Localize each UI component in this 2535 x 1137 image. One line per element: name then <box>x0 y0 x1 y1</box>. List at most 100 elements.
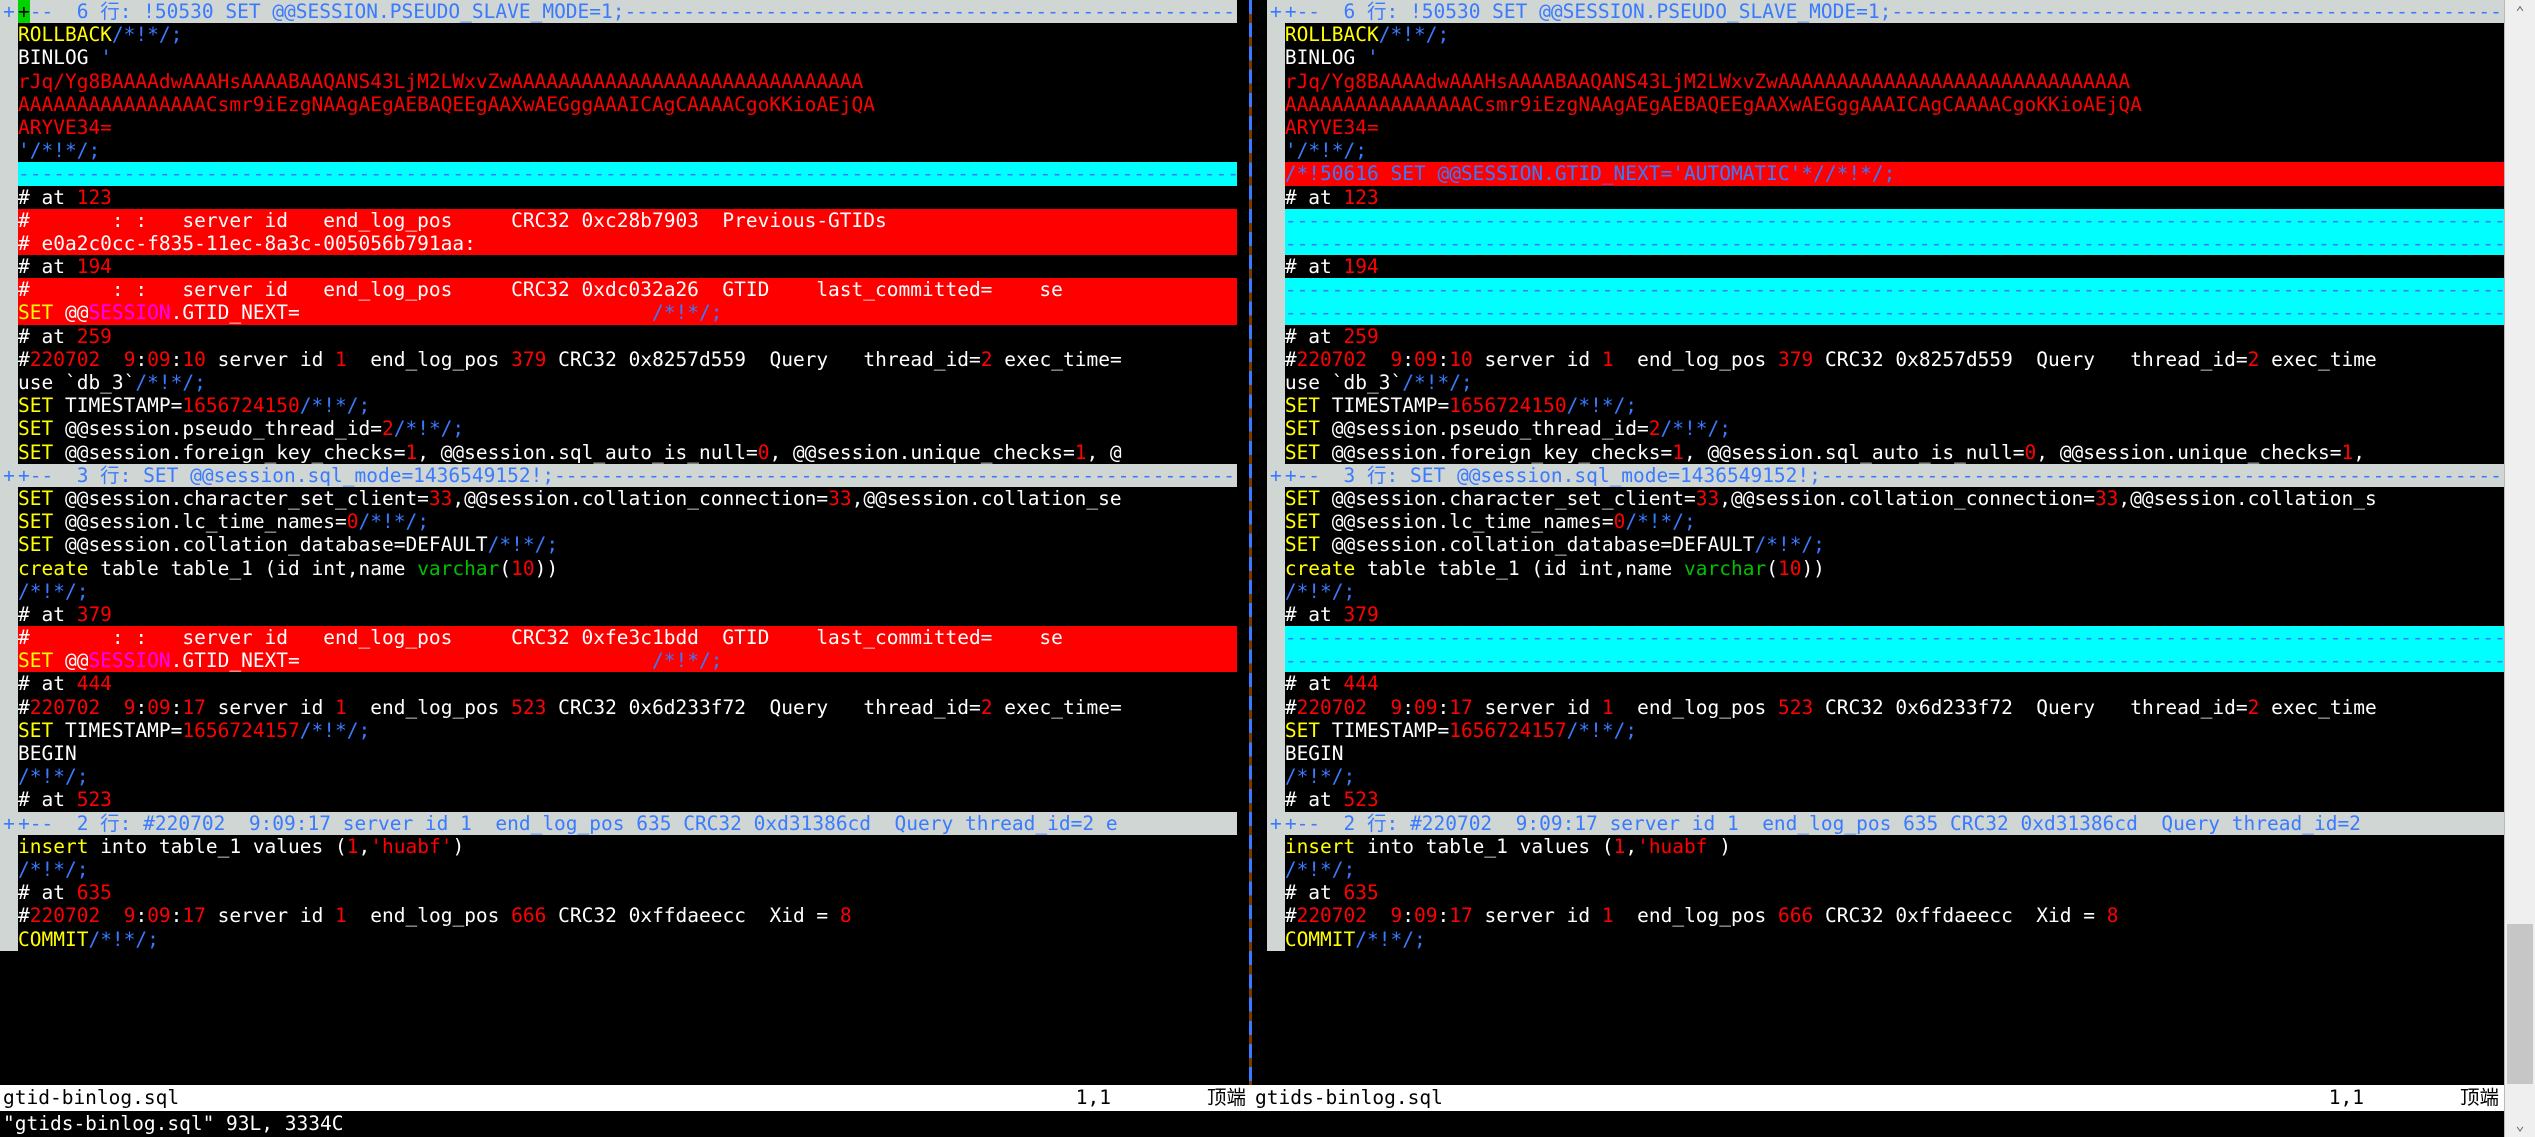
code-line[interactable]: # at 523 <box>0 788 1238 812</box>
diff-changed-line[interactable]: # e0a2c0cc-f835-11ec-8a3c-005056b791aa: <box>0 231 1238 256</box>
code-line[interactable]: use `db_3`/*!*/; <box>0 371 1238 395</box>
code-line[interactable]: SET @@session.pseudo_thread_id=2/*!*/; <box>0 417 1238 441</box>
code-line[interactable]: # at 444 <box>1266 672 2505 696</box>
code-line[interactable]: SET TIMESTAMP=1656724150/*!*/; <box>1266 394 2505 418</box>
code-line[interactable]: /*!*/; <box>0 857 1238 882</box>
code-line[interactable]: SET @@session.foreign_key_checks=1, @@se… <box>0 440 1238 464</box>
code-line[interactable]: SET @@session.foreign_key_checks=1, @@se… <box>1266 440 2505 464</box>
code-line[interactable]: /*!*/; <box>0 579 1238 603</box>
code-line[interactable]: # at 123 <box>1266 185 2505 209</box>
code-line[interactable]: /*!*/; <box>1266 765 2505 789</box>
code-line[interactable]: # at 194 <box>1266 255 2505 279</box>
code-token: /*!*/; <box>135 371 206 394</box>
code-line[interactable]: '/*!*/; <box>0 139 1238 163</box>
vertical-scrollbar[interactable]: ⌃ ⌄ <box>2504 0 2535 1137</box>
code-line[interactable]: #220702 9:09:17 server id 1 end_log_pos … <box>0 904 1238 928</box>
code-token: SET <box>18 301 65 325</box>
code-line[interactable]: #220702 9:09:17 server id 1 end_log_pos … <box>1266 904 2505 928</box>
right-status-line[interactable]: gtids-binlog.sql 1,1 顶端 <box>1252 1085 2505 1111</box>
code-token: session <box>1355 440 1438 464</box>
diff-filler-line[interactable]: ----------------------------------------… <box>1266 278 2505 302</box>
code-line[interactable]: SET TIMESTAMP=1656724157/*!*/; <box>0 718 1238 742</box>
code-line[interactable]: # at 635 <box>1266 881 2505 905</box>
fold-line[interactable]: + +-- 6 行: !50530 SET @@SESSION.PSEUDO_SL… <box>1266 0 2505 24</box>
code-line[interactable]: # at 379 <box>0 602 1238 627</box>
right-editor-pane[interactable]: + +-- 6 行: !50530 SET @@SESSION.PSEUDO_SL… <box>1266 0 2505 1085</box>
code-line[interactable]: AAAAAAAAAAAAAAAACsmr9iEzgNAAgAEgAEBAQEEg… <box>1266 92 2505 116</box>
fold-line[interactable]: + +-- 2 行: #220702 9:09:17 server id 1 en… <box>0 811 1238 835</box>
code-line[interactable]: SET @@session.lc_time_names=0/*!*/; <box>1266 510 2505 534</box>
code-line[interactable]: # at 194 <box>0 255 1238 279</box>
code-line[interactable]: SET @@session.pseudo_thread_id=2/*!*/; <box>1266 417 2505 441</box>
code-line[interactable]: create table table_1 (id int,name varcha… <box>0 556 1238 580</box>
code-line[interactable]: BEGIN <box>0 742 1238 766</box>
code-line[interactable]: /*!*/; <box>1266 857 2505 882</box>
code-line[interactable]: # at 635 <box>0 881 1238 905</box>
diff-changed-line[interactable]: # : : server id end_log_pos CRC32 0xc28b… <box>0 208 1238 232</box>
diff-changed-line[interactable]: # : : server id end_log_pos CRC32 0xfe3c… <box>0 626 1238 650</box>
code-line[interactable]: # at 123 <box>0 185 1238 209</box>
diff-filler-line[interactable]: ----------------------------------------… <box>0 162 1238 186</box>
code-line[interactable]: # at 259 <box>0 324 1238 348</box>
diff-changed-line[interactable]: /*!50616 SET @@SESSION.GTID_NEXT='AUTOMA… <box>1266 162 2505 186</box>
code-line[interactable]: #220702 9:09:17 server id 1 end_log_pos … <box>1266 695 2505 719</box>
code-line[interactable]: SET TIMESTAMP=1656724150/*!*/; <box>0 394 1238 418</box>
code-line[interactable]: # at 444 <box>0 672 1238 696</box>
code-line[interactable]: use `db_3`/*!*/; <box>1266 371 2505 395</box>
code-line[interactable]: # at 259 <box>1266 324 2505 348</box>
code-line[interactable]: # at 379 <box>1266 602 2505 627</box>
code-token: session <box>88 486 171 510</box>
diff-changed-line[interactable]: # : : server id end_log_pos CRC32 0xdc03… <box>0 278 1238 302</box>
fold-line[interactable]: + +-- 3 行: SET @@session.sql_mode=1436549… <box>0 463 1238 487</box>
code-line[interactable]: ARYVE34= <box>1266 115 2505 140</box>
scrollbar-track[interactable] <box>2505 24 2535 1113</box>
diff-filler-line[interactable]: ----------------------------------------… <box>1266 301 2505 325</box>
code-line[interactable]: ARYVE34= <box>0 115 1238 140</box>
code-line[interactable]: SET @@session.collation_database=DEFAULT… <box>0 533 1238 557</box>
code-line[interactable]: rJq/Yg8BAAAAdwAAAHsAAAABAAQANS43LjM2LWxv… <box>1266 69 2505 93</box>
code-line[interactable]: '/*!*/; <box>1266 139 2505 163</box>
code-line[interactable]: SET @@session.character_set_client=33,@@… <box>0 486 1238 511</box>
code-line[interactable]: COMMIT/*!*/; <box>0 927 1238 951</box>
diff-changed-line[interactable]: SET @@SESSION.GTID_NEXT= /*!*/; <box>0 301 1238 325</box>
diff-filler-line[interactable]: ----------------------------------------… <box>1266 626 2505 650</box>
diff-filler-line[interactable]: ----------------------------------------… <box>1266 208 2505 232</box>
fold-line[interactable]: + +-- 2 行: #220702 9:09:17 server id 1 en… <box>1266 811 2505 835</box>
scroll-up-arrow-icon[interactable]: ⌃ <box>2505 0 2535 24</box>
code-line[interactable]: # at 523 <box>1266 788 2505 812</box>
code-line[interactable]: COMMIT/*!*/; <box>1266 927 2505 951</box>
code-line[interactable]: BINLOG ' <box>0 46 1238 70</box>
left-status-line[interactable]: gtid-binlog.sql 1,1 顶端 <box>0 1085 1252 1111</box>
scrollbar-thumb[interactable] <box>2507 924 2533 1084</box>
code-line[interactable]: ROLLBACK/*!*/; <box>0 23 1238 47</box>
code-line[interactable]: /*!*/; <box>1266 579 2505 603</box>
code-line[interactable]: insert into table_1 values (1,'huabf') <box>0 834 1238 858</box>
diff-filler-line[interactable]: ----------------------------------------… <box>1266 231 2505 256</box>
code-line[interactable]: #220702 9:09:10 server id 1 end_log_pos … <box>1266 347 2505 371</box>
diff-filler-line[interactable]: ----------------------------------------… <box>1266 649 2505 673</box>
code-line[interactable]: #220702 9:09:17 server id 1 end_log_pos … <box>0 695 1238 719</box>
code-line[interactable]: /*!*/; <box>0 765 1238 789</box>
fold-line[interactable]: + +-- 6 行: !50530 SET @@SESSION.PSEUDO_SL… <box>0 0 1238 24</box>
line-gutter <box>1266 185 1285 209</box>
code-line[interactable]: SET @@session.collation_database=DEFAULT… <box>1266 533 2505 557</box>
code-line[interactable]: ROLLBACK/*!*/; <box>1266 23 2505 47</box>
code-line[interactable]: BINLOG ' <box>1266 46 2505 70</box>
left-editor-pane[interactable]: + +-- 6 行: !50530 SET @@SESSION.PSEUDO_SL… <box>0 0 1238 1085</box>
code-line[interactable]: rJq/Yg8BAAAAdwAAAHsAAAABAAQANS43LjM2LWxv… <box>0 69 1238 93</box>
code-line[interactable]: SET @@session.lc_time_names=0/*!*/; <box>0 510 1238 534</box>
code-line[interactable]: SET @@session.character_set_client=33,@@… <box>1266 486 2505 511</box>
code-line[interactable]: insert into table_1 values (1,'huabf ) <box>1266 834 2505 858</box>
command-line[interactable]: "gtids-binlog.sql" 93L, 3334C <box>0 1111 2508 1137</box>
scroll-down-arrow-icon[interactable]: ⌄ <box>2505 1113 2535 1137</box>
code-token: 1 <box>335 904 347 928</box>
fold-line[interactable]: + +-- 3 行: SET @@session.sql_mode=1436549… <box>1266 463 2505 487</box>
code-line[interactable]: AAAAAAAAAAAAAAAACsmr9iEzgNAAgAEgAEBAQEEg… <box>0 92 1238 116</box>
code-token: /*!*/; <box>299 394 371 418</box>
code-line[interactable]: BEGIN <box>1266 742 2505 766</box>
code-line[interactable]: SET TIMESTAMP=1656724157/*!*/; <box>1266 718 2505 742</box>
code-line[interactable]: create table table_1 (id int,name varcha… <box>1266 556 2505 580</box>
code-line[interactable]: #220702 9:09:10 server id 1 end_log_pos … <box>0 347 1238 371</box>
diff-changed-line[interactable]: SET @@SESSION.GTID_NEXT= /*!*/; <box>0 649 1238 673</box>
code-token: SET <box>1284 718 1332 742</box>
